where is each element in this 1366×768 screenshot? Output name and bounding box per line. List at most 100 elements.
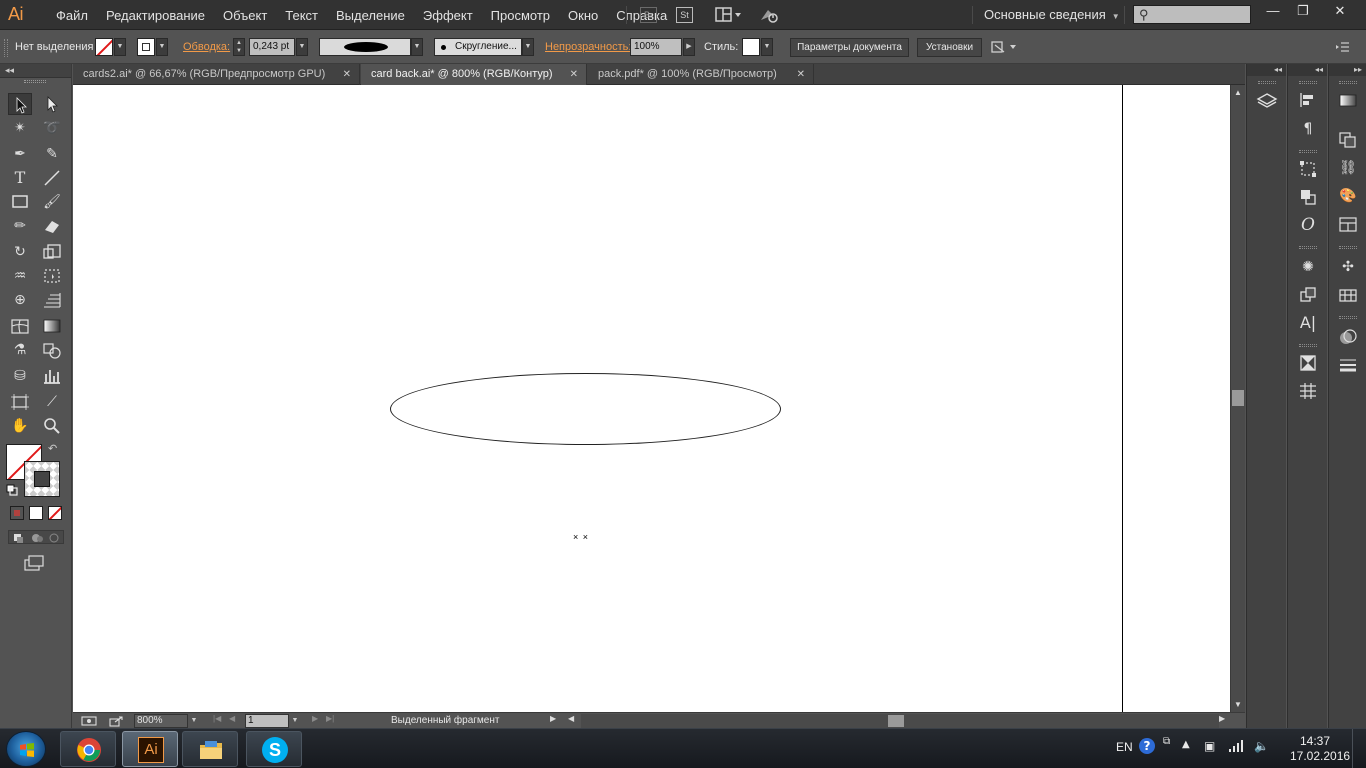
slice-tool[interactable]: ⟋ [40,391,64,413]
color-guide-panel-button[interactable]: 🎨 [1336,185,1360,207]
status-menu-icon[interactable]: ▶ [550,714,556,723]
gradient-mode-button[interactable] [29,506,43,520]
dock-grip[interactable] [1338,81,1357,84]
search-input[interactable]: ⚲ [1133,5,1251,24]
menu-effect[interactable]: Эффект [414,8,482,23]
menu-view[interactable]: Просмотр [482,8,559,23]
gradient-tool[interactable] [40,315,64,337]
scroll-up-icon[interactable]: ▲ [1234,88,1242,97]
stroke-profile-dropdown[interactable]: ▼ [411,38,423,56]
color-mode-button[interactable] [10,506,24,520]
perspective-grid-tool[interactable] [40,289,64,311]
brush-dropdown[interactable]: ▼ [522,38,534,56]
taskbar-file-explorer[interactable] [182,731,238,767]
stock-button[interactable]: St [676,7,693,23]
minimize-button[interactable]: — [1258,2,1288,20]
character-panel-button[interactable]: A| [1296,312,1320,334]
horizontal-scrollbar[interactable] [581,714,1219,728]
stroke-panel-button[interactable] [1336,354,1360,376]
first-artboard-icon[interactable]: |◀ [213,714,221,723]
tab-card-back[interactable]: card back.ai* @ 800% (RGB/Контур) ✕ [361,64,587,85]
paintbrush-tool[interactable]: 🖌 [40,191,64,213]
swap-fill-stroke-icon[interactable]: ↶ [48,442,57,455]
artboards-panel-button[interactable] [1336,129,1360,151]
magic-wand-tool[interactable]: ✴ [8,117,32,139]
pencil-tool[interactable]: ✏ [8,215,32,237]
stroke-weight-field[interactable]: 0,243 pt [249,38,295,56]
taskbar-illustrator[interactable]: Ai [122,731,178,767]
shape-builder-tool[interactable]: ⊕ [8,289,32,311]
transform-panel-button[interactable] [1296,158,1320,180]
direct-selection-tool[interactable] [40,93,64,115]
zoom-dropdown[interactable]: ▼ [188,714,200,728]
opacity-panel-link[interactable]: Непрозрачность: [545,41,631,53]
align-options-button[interactable] [990,39,1018,55]
zoom-tool[interactable] [40,415,64,437]
stroke-panel-link[interactable]: Обводка: [183,41,230,53]
workspace-switcher[interactable]: Основные сведения ▼ [984,0,1120,30]
dock-grip[interactable] [1338,246,1357,249]
align-panel-button[interactable] [1296,89,1320,111]
dock-grip[interactable] [1257,81,1276,84]
dock-grip[interactable] [1338,316,1357,319]
stroke-weight-stepper[interactable]: ▲ ▼ [233,38,245,56]
rotate-tool[interactable]: ↻ [8,241,32,263]
menu-edit[interactable]: Редактирование [97,8,214,23]
dock-grip[interactable] [1298,81,1317,84]
default-fill-stroke-icon[interactable] [6,484,18,496]
system-clock[interactable]: 14:37 17.02.2016 [1290,734,1350,764]
type-tool[interactable]: T [8,167,32,189]
artboard-number-field[interactable]: 1 [245,714,289,728]
scroll-left-icon[interactable]: ◀ [568,714,574,723]
none-mode-button[interactable] [48,506,62,520]
arrange-documents-button[interactable] [715,7,743,23]
brushes-panel-button[interactable]: ✣ [1336,256,1360,278]
layers-panel-button[interactable] [1255,89,1279,111]
artboard-canvas[interactable]: × × [73,85,1230,712]
gpu-performance-button[interactable] [758,6,780,24]
selection-tool[interactable] [8,93,32,115]
vertical-scroll-thumb[interactable] [1232,390,1244,406]
graphic-style-swatch[interactable] [742,38,760,56]
asset-export-panel-button[interactable] [1296,284,1320,306]
scroll-right-icon[interactable]: ▶ [1219,714,1225,723]
pathfinder-panel-button[interactable] [1296,186,1320,208]
draw-mode-buttons[interactable] [8,530,64,544]
tab-pack[interactable]: pack.pdf* @ 100% (RGB/Просмотр) ✕ [588,64,814,85]
network-signal-icon[interactable] [1228,739,1244,756]
pen-tool[interactable]: ✒ [8,143,32,165]
dock-grip[interactable] [1298,246,1317,249]
appearance-panel-button[interactable]: ✺ [1296,256,1320,278]
show-desktop-button[interactable] [1352,729,1366,768]
eyedropper-tool[interactable]: ⚗ [8,339,32,361]
dock-header[interactable]: ▸▸ [1329,64,1366,76]
menu-window[interactable]: Окно [559,8,607,23]
taskbar-chrome[interactable] [60,731,116,767]
opacity-slider-toggle[interactable]: ▶ [683,38,695,56]
tools-panel-grip[interactable] [24,80,46,83]
zoom-level-field[interactable]: 800% [134,714,188,728]
collapse-panel-icon[interactable]: ◂◂ [5,65,14,76]
links-panel-button[interactable] [1296,380,1320,402]
tab-cards2[interactable]: cards2.ai* @ 66,67% (RGB/Предпросмотр GP… [73,64,360,85]
dock-header[interactable]: ◂◂ [1288,64,1327,76]
document-setup-button[interactable]: Параметры документа [790,38,909,57]
eraser-tool[interactable] [40,215,64,237]
bridge-button[interactable]: Br [640,7,657,23]
brush-definition-field[interactable]: Скругление... [434,38,522,56]
dock-grip[interactable] [1298,150,1317,153]
control-bar-grip[interactable] [4,39,8,57]
links-chain-panel-button[interactable]: ⛓ [1336,157,1360,179]
menu-type[interactable]: Текст [276,8,327,23]
opacity-field[interactable]: 100% [630,38,682,56]
vertical-scrollbar[interactable]: ▲ ▼ [1230,85,1245,712]
stroke-profile-picker[interactable] [319,38,411,56]
gpu-preview-toggle[interactable] [81,715,97,727]
artboard-dropdown[interactable]: ▼ [289,714,301,728]
gradient-panel-button[interactable] [1336,89,1360,111]
close-icon[interactable]: ✕ [570,64,578,85]
graphic-style-dropdown[interactable]: ▼ [761,38,773,56]
show-hidden-icons-icon[interactable]: ▲ [1182,739,1190,750]
free-transform-tool[interactable] [40,265,64,287]
screen-mode-button[interactable] [22,554,46,572]
